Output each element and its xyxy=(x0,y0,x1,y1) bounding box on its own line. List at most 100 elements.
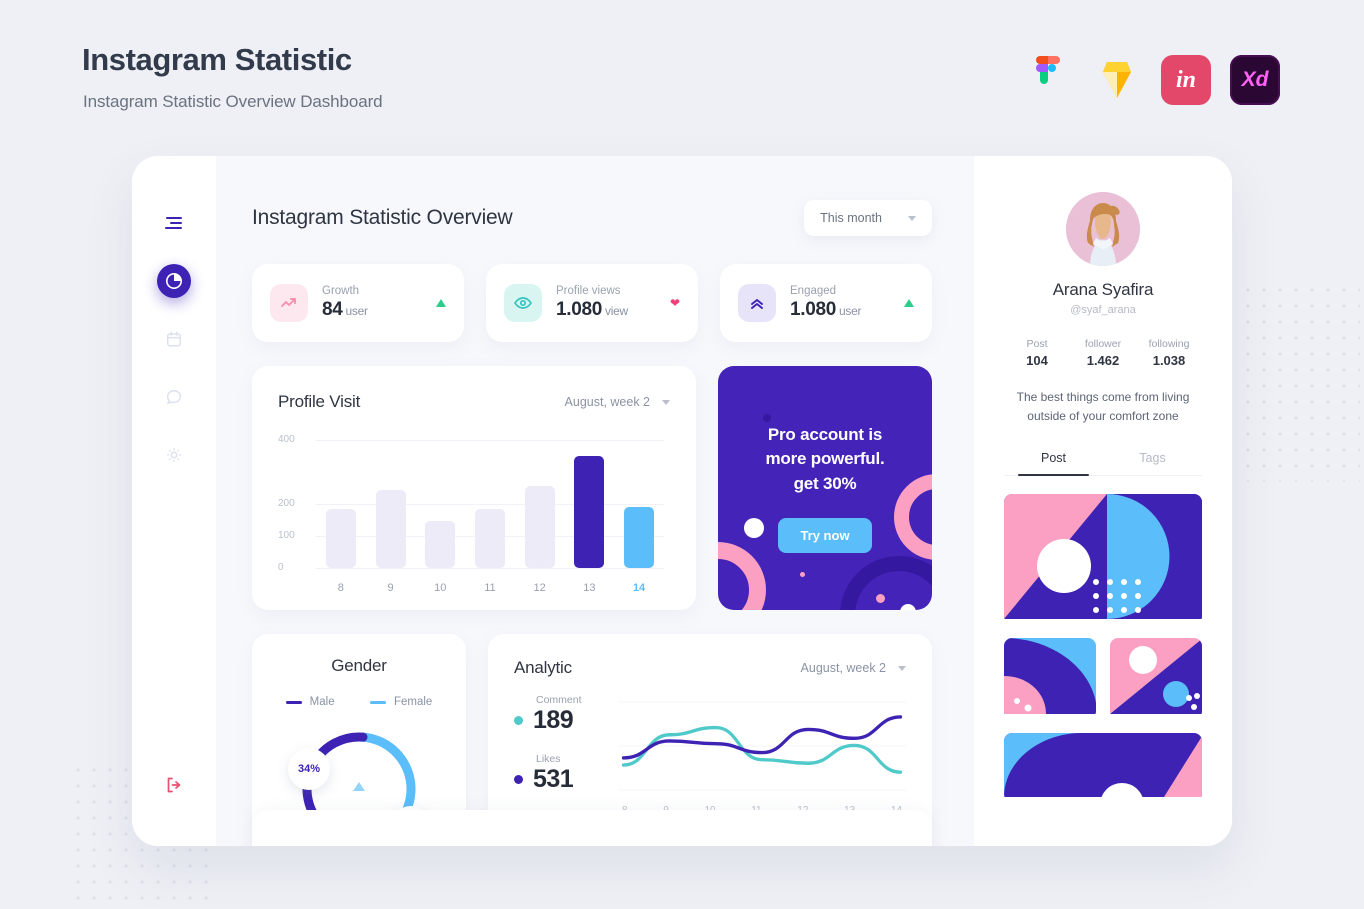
heart-icon: ❤ xyxy=(669,296,680,310)
x-axis-label: 13 xyxy=(583,582,596,594)
stat-unit: user xyxy=(839,304,862,318)
profile-stats: Post 104 follower 1.462 following 1.038 xyxy=(1004,338,1202,368)
analytic-title: Analytic xyxy=(514,658,572,677)
stat-card-growth[interactable]: Growth 84 user xyxy=(252,264,464,342)
post-tile-3[interactable] xyxy=(1110,638,1202,719)
promo-line-1: Pro account is xyxy=(767,424,883,444)
page-root: Instagram Statistic Instagram Statistic … xyxy=(0,0,1364,909)
profile-panel: Arana Syafira @syaf_arana Post 104 follo… xyxy=(974,156,1232,846)
tab-post[interactable]: Post xyxy=(1004,451,1103,477)
stat-value: 1.080 user xyxy=(790,299,890,321)
post-thumbnail xyxy=(1004,733,1202,803)
analytic-likes: Likes 531 xyxy=(514,753,618,794)
legend-label-female: Female xyxy=(393,696,433,708)
analytic-period-select[interactable]: August, week 2 xyxy=(801,661,906,675)
analytic-likes-dot xyxy=(514,775,523,784)
trend-up-icon xyxy=(436,299,446,307)
x-axis-label: 10 xyxy=(434,582,447,594)
post-tile-2[interactable] xyxy=(1004,638,1096,719)
profile-name: Arana Syafira xyxy=(1052,280,1154,299)
sidebar-item-settings[interactable] xyxy=(157,438,191,472)
main-title: Instagram Statistic Overview xyxy=(252,206,513,229)
invision-logo: in xyxy=(1161,55,1211,105)
stat-number: 1.080 xyxy=(790,299,837,320)
sidebar-item-menu[interactable] xyxy=(157,206,191,240)
sidebar-item-dashboard[interactable] xyxy=(157,264,191,298)
promo-card[interactable]: Pro account is more powerful. get 30% Tr… xyxy=(718,366,932,610)
eye-icon xyxy=(504,284,542,322)
trend-up-icon xyxy=(904,299,914,307)
tab-tags[interactable]: Tags xyxy=(1103,451,1202,475)
stat-body: Engaged 1.080 user xyxy=(790,285,890,321)
tool-logos: in Xd xyxy=(1023,55,1280,105)
analytic-period-value: August, week 2 xyxy=(800,661,886,675)
post-thumbnail xyxy=(1004,638,1096,715)
stat-label: Growth xyxy=(322,285,360,297)
sidebar-item-chat[interactable] xyxy=(157,380,191,414)
stat-unit: view xyxy=(605,304,628,318)
profile-visit-header: Profile Visit August, week 2 xyxy=(278,392,670,412)
x-axis-label: 8 xyxy=(337,582,344,594)
promo-line-3: get 30% xyxy=(793,473,857,493)
legend-female: Female xyxy=(369,696,433,708)
analytic-likes-value: 531 xyxy=(533,765,574,793)
profile-handle: @syaf_arana xyxy=(1070,304,1136,316)
bar xyxy=(574,455,605,568)
stat-cards: Growth 84user Profile views 1.080view xyxy=(252,264,974,342)
post-tile-1[interactable] xyxy=(1004,494,1202,624)
gender-title: Gender xyxy=(331,656,387,675)
gridline xyxy=(316,568,664,569)
analytic-comment-dot xyxy=(514,716,523,725)
bar-column xyxy=(423,434,457,568)
profile-visit-period-select[interactable]: August, week 2 xyxy=(565,395,670,409)
bar-column xyxy=(374,434,408,568)
profile-stat-label: following xyxy=(1148,338,1190,350)
legend-swatch-male xyxy=(285,700,302,704)
bar-column xyxy=(473,434,507,568)
deco-ring-pink-2 xyxy=(894,474,932,560)
deco-circle-white xyxy=(744,518,764,538)
page-subtitle: Instagram Statistic Overview Dashboard xyxy=(83,92,383,111)
main-header: Instagram Statistic Overview This month xyxy=(252,200,974,236)
legend-male: Male xyxy=(285,696,335,708)
analytic-comment-row: 189 xyxy=(514,706,618,735)
page-title: Instagram Statistic xyxy=(82,42,352,77)
avatar-illustration xyxy=(1066,192,1140,266)
stat-card-profile-views[interactable]: Profile views 1.080 view ❤ xyxy=(486,264,698,342)
sketch-logo xyxy=(1092,55,1142,105)
logout-icon[interactable] xyxy=(164,775,184,800)
deco-dot-dark xyxy=(763,414,771,422)
stat-card-engaged[interactable]: Engaged 1.080 user xyxy=(720,264,932,342)
analytic-header: Analytic August, week 2 xyxy=(514,658,906,678)
profile-tabs: Post Tags xyxy=(1004,451,1202,477)
analytic-comment-label: Comment xyxy=(536,694,582,706)
decorative-dots-right xyxy=(1240,282,1360,482)
y-axis-label: 0 xyxy=(278,562,284,573)
analytic-totals: Comment 189 Likes 531 xyxy=(514,694,618,816)
period-select[interactable]: This month xyxy=(804,200,932,236)
stat-unit: user xyxy=(345,304,368,318)
profile-stat-following: following 1.038 xyxy=(1136,338,1202,368)
profile-visit-card: Profile Visit August, week 2 400 200 100 0 … xyxy=(252,366,696,610)
deco-ring-pink xyxy=(718,542,766,610)
post-tile-4[interactable] xyxy=(1004,733,1202,803)
analytic-likes-row: 531 xyxy=(514,765,618,794)
profile-stat-value: 1.038 xyxy=(1152,353,1186,368)
x-axis-label: 11 xyxy=(484,582,496,594)
bar-column xyxy=(572,434,606,568)
chevron-down-icon xyxy=(662,399,670,405)
deco-dot-pink xyxy=(800,572,805,577)
donut-center-marker xyxy=(353,782,365,791)
x-axis-label: 12 xyxy=(533,582,546,594)
analytic-line-chart: 891011121314 xyxy=(618,694,906,816)
try-now-button[interactable]: Try now xyxy=(778,518,872,554)
profile-stat-label: follower xyxy=(1084,338,1122,350)
analytic-comment-value: 189 xyxy=(533,706,574,734)
chevron-up-double-icon xyxy=(738,284,776,322)
sidebar-item-calendar[interactable] xyxy=(157,322,191,356)
profile-visit-title: Profile Visit xyxy=(278,392,361,411)
stat-number: 1.080 xyxy=(556,299,603,320)
bottom-card-peek xyxy=(252,810,932,846)
chevron-down-icon xyxy=(898,665,906,671)
bar xyxy=(624,507,655,568)
